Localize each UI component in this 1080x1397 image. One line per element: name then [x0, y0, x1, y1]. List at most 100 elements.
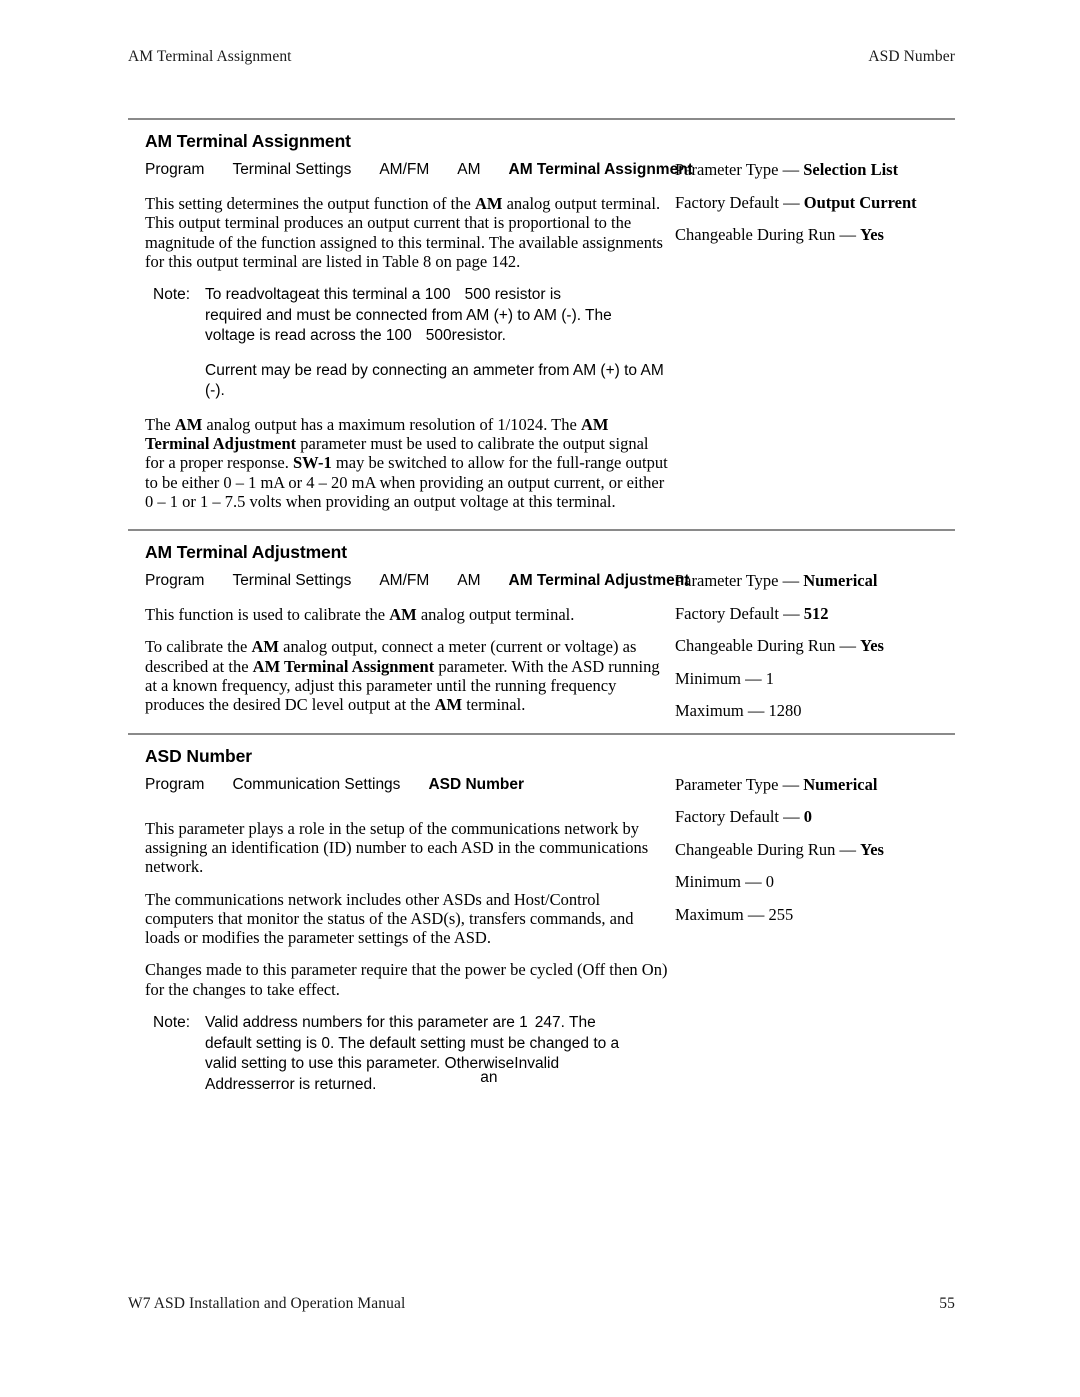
breadcrumb-item: Terminal Settings [232, 161, 352, 178]
fact-label: Minimum — [675, 668, 762, 688]
note-text-run: resistor. [451, 327, 506, 345]
fact-factory-default: Factory Default — 512 [675, 604, 975, 623]
breadcrumb: Program Communication Settings ASD Number [145, 775, 645, 795]
breadcrumb-item-current: AM Terminal Adjustment [508, 572, 690, 590]
section-prose: Program Communication Settings ASD Number … [145, 775, 670, 1095]
breadcrumb: Program Terminal Settings AM/FM AM AM Termin… [145, 571, 689, 591]
fact-label: Changeable During Run — [675, 636, 857, 656]
note-text-run: 500 [425, 327, 452, 345]
footer-page-number: 55 [939, 1295, 955, 1312]
fact-value: Numerical [803, 774, 878, 794]
paragraph: This setting determines the output funct… [145, 194, 670, 271]
fact-value: Selection List [803, 160, 899, 179]
text-run-bold: AM [251, 637, 280, 657]
fact-label: Maximum — [675, 701, 765, 721]
footer-manual-title: W7 ASD Installation and Operation Manual [128, 1295, 406, 1312]
section-heading: AM Terminal Assignment [145, 131, 351, 151]
paragraph: This function is used to calibrate the A… [145, 605, 670, 624]
text-run: This function is used to calibrate the [145, 605, 390, 625]
text-run: Changes made to this parameter require t… [145, 960, 668, 999]
text-run-bold: AM [389, 605, 417, 625]
document-page: AM Terminal Assignment ASD Number AM Ter… [0, 0, 1080, 1397]
fact-maximum: Maximum — 255 [675, 905, 975, 924]
fact-label: Minimum — [675, 872, 762, 892]
section-am-terminal-adjustment: AM Terminal Adjustment Program Terminal S… [128, 542, 955, 720]
note-text-run: 500 resistor is [464, 286, 562, 304]
fact-value: Yes [860, 636, 884, 656]
section-heading: AM Terminal Adjustment [145, 542, 347, 563]
section-heading: ASD Number [145, 745, 252, 766]
fact-minimum: Minimum — 0 [675, 872, 975, 891]
fact-label: Parameter Type — [675, 571, 800, 591]
fact-label: Changeable During Run — [675, 225, 857, 244]
fact-label: Parameter Type — [675, 774, 800, 794]
breadcrumb-item: Program [145, 572, 205, 590]
note-text: Valid address numbers for this parameter… [205, 1013, 670, 1095]
text-run: analog output has a maximum resolution o… [202, 414, 581, 434]
fact-label: Changeable During Run — [675, 839, 857, 859]
text-run-bold: AM [434, 695, 463, 715]
fact-value: Yes [860, 225, 884, 244]
fact-changeable-during-run: Changeable During Run — Yes [675, 636, 975, 655]
fact-changeable-during-run: Changeable During Run — Yes [675, 840, 975, 859]
note-text-run: valid setting to use this parameter. Oth… [205, 1055, 515, 1073]
section-columns: Program Communication Settings ASD Number … [128, 775, 955, 1095]
note-label: Note: [153, 286, 191, 304]
note-text-run: error is returned. [261, 1075, 377, 1093]
paragraph: Changes made to this parameter require t… [145, 960, 670, 999]
fact-value: 512 [803, 603, 829, 623]
fact-value: Output Current [803, 192, 917, 212]
text-run: To calibrate the [145, 637, 252, 657]
fact-value: 1 [765, 668, 775, 688]
note-text-run: Invalid [514, 1055, 560, 1073]
note-block: Note: Valid address numbers for this par… [153, 1013, 670, 1095]
parameter-facts: Parameter Type — Numerical Factory Defau… [675, 775, 975, 938]
text-run-bold: AM Terminal Assignment [252, 656, 435, 676]
fact-label: Parameter Type — [675, 160, 800, 179]
fact-parameter-type: Parameter Type — Numerical [675, 775, 975, 794]
note-text-run: voltage [256, 286, 307, 304]
note-row: Note: Valid address numbers for this par… [153, 1013, 670, 1095]
breadcrumb: Program Terminal Settings AM/FM AM AM Termin… [145, 160, 693, 180]
section-columns: Program Terminal Settings AM/FM AM AM Termin… [128, 160, 955, 511]
note-text-run: voltage is read across the 100 [205, 327, 412, 345]
breadcrumb-item: Terminal Settings [232, 572, 352, 590]
breadcrumb-item: AM/FM [379, 161, 430, 178]
text-run-bold: AM [174, 414, 203, 434]
text-run: analog output terminal. [416, 605, 575, 625]
running-head-left: AM Terminal Assignment [128, 48, 292, 65]
section-divider [128, 529, 955, 532]
note-text-run: To read [205, 286, 257, 304]
breadcrumb-item: AM/FM [379, 572, 430, 590]
note-text-run: at this terminal a 100 [306, 286, 451, 304]
text-run-bold: AM [474, 194, 503, 213]
fact-value: 255 [768, 904, 794, 924]
note-text-run: an [480, 1069, 498, 1087]
note-text: To readvoltageat this terminal a 100 500 … [205, 285, 670, 347]
paragraph: The AM analog output has a maximum resol… [145, 415, 670, 511]
note-text-run: required and must be connected from AM (… [205, 306, 612, 324]
text-run: This setting determines the output funct… [145, 194, 475, 213]
fact-factory-default: Factory Default — 0 [675, 807, 975, 826]
text-run-bold: SW-1 [292, 453, 332, 473]
note-row: Note: To readvoltageat this terminal a 1… [153, 285, 670, 347]
breadcrumb-item: Program [145, 775, 205, 793]
breadcrumb-item: AM [457, 161, 481, 178]
breadcrumb-item: Communication Settings [232, 775, 401, 793]
breadcrumb-item-current: AM Terminal Assignment [508, 161, 693, 178]
note-label: Note: [153, 1014, 191, 1032]
fact-parameter-type: Parameter Type — Numerical [675, 571, 975, 590]
fact-label: Factory Default — [675, 603, 800, 623]
fact-minimum: Minimum — 1 [675, 669, 975, 688]
running-head: AM Terminal Assignment ASD Number [128, 48, 955, 66]
fact-value: 0 [803, 807, 813, 827]
section-divider [128, 118, 955, 120]
text-run: This parameter plays a role in the setup… [145, 818, 649, 877]
fact-value: 1280 [768, 701, 802, 721]
note-text-run: Address [205, 1075, 262, 1093]
fact-value: Yes [860, 839, 884, 859]
parameter-facts: Parameter Type — Selection List Factory … [675, 160, 975, 258]
note-text-run: 247. The [534, 1014, 596, 1032]
note-continuation: Current may be read by connecting an amm… [205, 361, 664, 400]
fact-maximum: Maximum — 1280 [675, 701, 975, 720]
